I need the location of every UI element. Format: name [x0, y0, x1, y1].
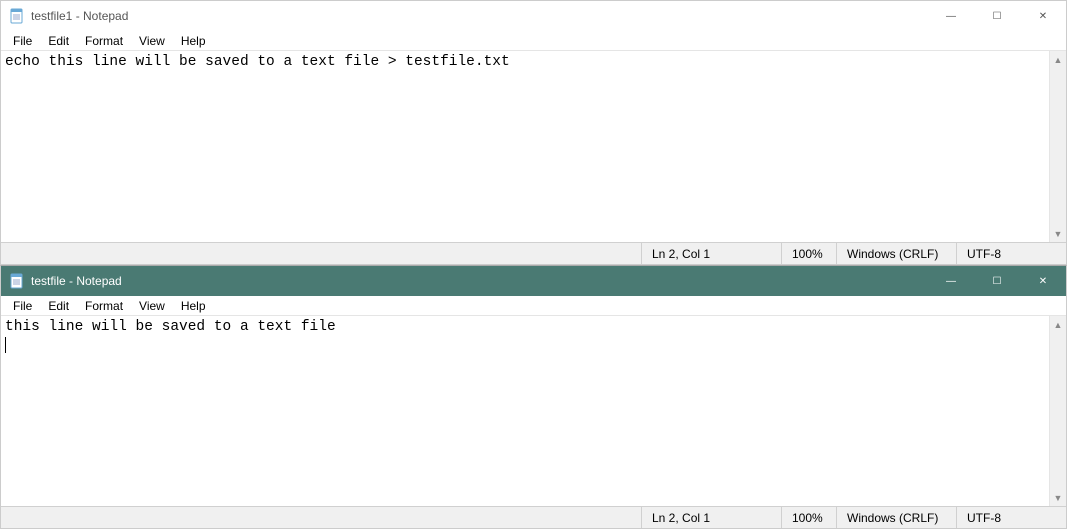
text-cursor [5, 337, 6, 353]
close-button[interactable]: ✕ [1020, 1, 1066, 31]
vertical-scrollbar[interactable]: ▲ ▼ [1049, 316, 1066, 506]
menu-file[interactable]: File [5, 297, 40, 315]
menubar: File Edit Format View Help [1, 31, 1066, 51]
notepad-icon [9, 8, 25, 24]
menu-view[interactable]: View [131, 297, 173, 315]
vertical-scrollbar[interactable]: ▲ ▼ [1049, 51, 1066, 242]
window-controls: — ☐ ✕ [928, 266, 1066, 296]
notepad-window-1: testfile1 - Notepad — ☐ ✕ File Edit Form… [0, 0, 1067, 265]
titlebar[interactable]: testfile1 - Notepad — ☐ ✕ [1, 1, 1066, 31]
menu-file[interactable]: File [5, 32, 40, 50]
text-editor[interactable]: this line will be saved to a text file [1, 316, 1049, 506]
editor-area: this line will be saved to a text file ▲… [1, 316, 1066, 506]
menu-format[interactable]: Format [77, 32, 131, 50]
titlebar[interactable]: testfile - Notepad — ☐ ✕ [1, 266, 1066, 296]
scroll-up-icon[interactable]: ▲ [1050, 316, 1066, 333]
scroll-up-icon[interactable]: ▲ [1050, 51, 1066, 68]
notepad-window-2: testfile - Notepad — ☐ ✕ File Edit Forma… [0, 265, 1067, 529]
desktop: testfile1 - Notepad — ☐ ✕ File Edit Form… [0, 0, 1067, 529]
scroll-down-icon[interactable]: ▼ [1050, 489, 1066, 506]
minimize-button[interactable]: — [928, 1, 974, 31]
status-zoom: 100% [781, 243, 836, 264]
window-controls: — ☐ ✕ [928, 1, 1066, 31]
minimize-button[interactable]: — [928, 266, 974, 296]
editor-line-1: this line will be saved to a text file [5, 319, 336, 335]
status-encoding: UTF-8 [956, 507, 1066, 528]
maximize-button[interactable]: ☐ [974, 1, 1020, 31]
menu-help[interactable]: Help [173, 297, 214, 315]
status-eol: Windows (CRLF) [836, 243, 956, 264]
close-button[interactable]: ✕ [1020, 266, 1066, 296]
statusbar: Ln 2, Col 1 100% Windows (CRLF) UTF-8 [1, 242, 1066, 264]
menu-format[interactable]: Format [77, 297, 131, 315]
status-lncol: Ln 2, Col 1 [641, 243, 781, 264]
status-spacer [1, 507, 641, 528]
menu-edit[interactable]: Edit [40, 297, 77, 315]
status-encoding: UTF-8 [956, 243, 1066, 264]
status-spacer [1, 243, 641, 264]
status-zoom: 100% [781, 507, 836, 528]
statusbar: Ln 2, Col 1 100% Windows (CRLF) UTF-8 [1, 506, 1066, 528]
window-title: testfile - Notepad [31, 274, 122, 288]
status-lncol: Ln 2, Col 1 [641, 507, 781, 528]
scroll-down-icon[interactable]: ▼ [1050, 225, 1066, 242]
maximize-button[interactable]: ☐ [974, 266, 1020, 296]
menu-view[interactable]: View [131, 32, 173, 50]
notepad-icon [9, 273, 25, 289]
menu-edit[interactable]: Edit [40, 32, 77, 50]
editor-area: echo this line will be saved to a text f… [1, 51, 1066, 242]
menu-help[interactable]: Help [173, 32, 214, 50]
menubar: File Edit Format View Help [1, 296, 1066, 316]
window-title: testfile1 - Notepad [31, 9, 128, 23]
text-editor[interactable]: echo this line will be saved to a text f… [1, 51, 1049, 242]
status-eol: Windows (CRLF) [836, 507, 956, 528]
